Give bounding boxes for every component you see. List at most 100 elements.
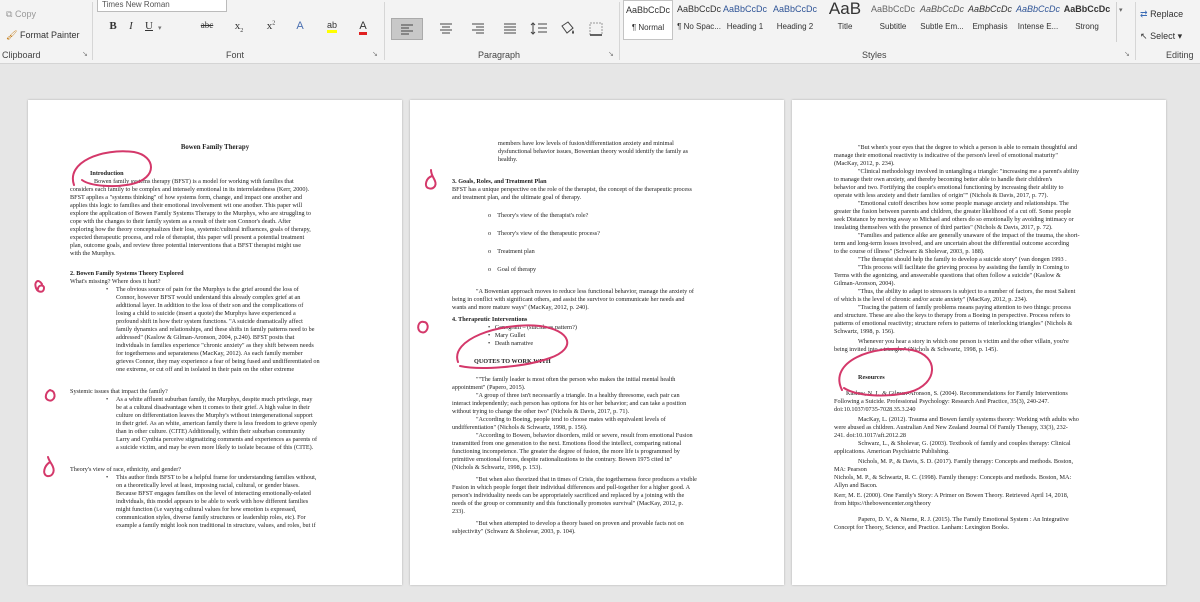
justify-icon	[504, 23, 516, 34]
dialog-launcher-icon[interactable]: ↘	[608, 50, 614, 58]
text-line: appointment" (Papero, 2015).	[452, 384, 526, 391]
list-item: o Theory's view of the therapeutic proce…	[488, 230, 600, 237]
align-right-icon	[472, 23, 484, 34]
text-line: expected therapeutic process, and role o…	[70, 234, 305, 241]
style-intense-emphasis[interactable]: AaBbCcDc Intense E...	[1013, 0, 1063, 40]
style-normal[interactable]: AaBbCcDc ¶ Normal	[623, 0, 673, 40]
text-line: "But when's your eyes that the degree to…	[858, 144, 1078, 151]
paragraph-group-label: Paragraph	[478, 50, 521, 60]
highlight-icon[interactable]: ab	[324, 20, 340, 38]
text-line: "According to Boeing, people tend to cho…	[476, 416, 666, 423]
document-page-3[interactable]: "But when's your eyes that the degree to…	[792, 100, 1166, 585]
ribbon-separator	[92, 2, 93, 60]
style-title[interactable]: AaB Title	[820, 0, 870, 40]
style-subtitle[interactable]: AaBbCcDc Subtitle	[868, 0, 918, 40]
align-center-button[interactable]	[436, 20, 456, 40]
text-line: for togetherness and separateness (MacKa…	[116, 350, 303, 357]
text-line: being in conflict with significant other…	[452, 296, 685, 303]
underline-button[interactable]: U	[142, 20, 156, 38]
ink-mark	[43, 456, 55, 478]
question-line: What's missing? Where does it hurt?	[70, 278, 161, 285]
text-line: MA: Pearson	[834, 466, 867, 473]
text-line: seek Distance by moving away so Michael …	[834, 216, 1074, 223]
superscript-button[interactable]: x2	[262, 20, 280, 38]
text-line: were abused as children. Australian And …	[834, 424, 1068, 431]
align-left-button[interactable]	[391, 18, 423, 40]
text-line: behavior and two. Fortifying the couple'…	[834, 184, 1064, 191]
text-line: example a family might look non traditio…	[116, 522, 316, 529]
list-item: o Goal of therapy	[488, 266, 537, 273]
shading-button[interactable]	[556, 20, 578, 40]
strikethrough-button[interactable]: abc	[196, 20, 218, 38]
text-line: and structure. These are also the keys t…	[834, 312, 1071, 319]
editing-group-label: Editing	[1166, 50, 1194, 60]
text-line: Whenever you hear a story in which one p…	[858, 338, 1069, 345]
bullet-icon: •	[106, 286, 109, 293]
text-line: individuals, this model appears to be ab…	[116, 498, 309, 505]
text-line: of which is the level of chronic and/or …	[834, 296, 1028, 303]
text-line: This author finds BFST to be a helpful f…	[116, 474, 317, 481]
font-color-icon[interactable]: A	[356, 20, 370, 38]
style-heading-1[interactable]: AaBbCcDc Heading 1	[720, 0, 770, 40]
text-line: "Tracing the pattern of family problems …	[858, 304, 1071, 311]
dialog-launcher-icon[interactable]: ↘	[372, 50, 378, 58]
chevron-down-icon[interactable]: ▾	[158, 24, 162, 32]
borders-button[interactable]	[586, 20, 606, 40]
text-line: Papero, D. V., & Nierne, R. J. (2015). T…	[858, 516, 1069, 523]
select-button[interactable]: ↖ Select ▾	[1140, 31, 1182, 42]
text-effects-icon[interactable]: A	[293, 20, 307, 38]
document-page-1[interactable]: Bowen Family Therapy Introduction Bowen …	[28, 100, 402, 585]
style-subtle-emphasis[interactable]: AaBbCcDc Subtle Em...	[917, 0, 967, 40]
chevron-down-icon: ▾	[1177, 31, 1183, 41]
styles-scroll[interactable]: ▾	[1116, 2, 1128, 42]
resources-heading: Resources	[858, 374, 885, 381]
line-spacing-button[interactable]	[528, 20, 550, 40]
list-item: o Theory's view of the therapist's role?	[488, 212, 589, 219]
text-line: functioning incompetence. The greater th…	[452, 448, 680, 455]
font-name-box[interactable]: Times New Roman	[97, 0, 227, 12]
text-line: "According to Bowen, behavior disorders,…	[476, 432, 693, 439]
text-line: Concept for Theory, Science, and Practic…	[834, 524, 1010, 531]
style-strong[interactable]: AaBbCcDc Strong	[1062, 0, 1112, 40]
list-item: • Mary Gullet	[488, 332, 526, 339]
text-line: might function (i.e varying cultural val…	[116, 506, 297, 513]
style-emphasis[interactable]: AaBbCcDc Emphasis	[965, 0, 1015, 40]
text-line: MacKay, L. (2012). Trauma and Bowen fami…	[858, 416, 1079, 423]
justify-button[interactable]	[500, 20, 520, 40]
list-item: • Death narrative	[488, 340, 534, 347]
text-line: (Nichols & Schwartz, 1998, p. 153).	[452, 464, 542, 471]
document-page-2[interactable]: members have low levels of fusion/differ…	[410, 100, 784, 585]
ink-mark	[34, 280, 46, 293]
quotes-heading: QUOTES TO WORK WITH	[474, 358, 551, 365]
align-center-icon	[440, 23, 452, 34]
text-line: doi:10.1037/0735-7028.35.3.240	[834, 406, 916, 413]
format-painter-button[interactable]: 🖌 Format Painter	[6, 30, 79, 41]
bullet-icon: •	[106, 474, 109, 481]
copy-button[interactable]: ⧉ Copy	[6, 9, 36, 20]
text-line: culture on differentiation leaves the Mu…	[116, 412, 313, 419]
replace-button[interactable]: ⇄ Replace	[1140, 9, 1183, 20]
text-line: Terms with the agonizing, and answerable…	[834, 272, 1061, 279]
text-line: individuals in families experience "chro…	[116, 342, 314, 349]
dialog-launcher-icon[interactable]: ↘	[1124, 50, 1130, 58]
style-no-spacing[interactable]: AaBbCcDc ¶ No Spac...	[674, 0, 724, 40]
text-line: one extreme, or cut off and in isolated …	[116, 366, 295, 373]
chevron-down-icon[interactable]: ▾	[1119, 6, 1123, 14]
dialog-launcher-icon[interactable]: ↘	[82, 50, 88, 58]
align-right-button[interactable]	[468, 20, 488, 40]
bold-button[interactable]: B	[106, 20, 120, 38]
subscript-button[interactable]: x2	[230, 20, 248, 38]
list-item: o Treatment plan	[488, 248, 535, 255]
text-line: exploring how the theory conceptualizes …	[70, 226, 311, 233]
text-line: (MacKay, 2012, p. 234).	[834, 160, 895, 167]
text-line: a suicide victim, and may be even more l…	[116, 444, 314, 451]
text-line: Kaslow, N. J., & Gilman-Aronson, S. (200…	[846, 390, 1068, 397]
style-heading-2[interactable]: AaBbCcDc Heading 2	[770, 0, 820, 40]
text-line: Fusion in which people forget their indi…	[452, 484, 691, 491]
text-line: than in other culture. (CITE) Additional…	[116, 428, 305, 435]
text-line: term and long-term losses involved, and …	[834, 240, 1070, 247]
question-line: Systemic issues that impact the family?	[70, 388, 168, 395]
italic-button[interactable]: I	[124, 20, 138, 38]
text-line: grieves Connor, they may experience a fe…	[116, 358, 320, 365]
cursor-icon: ↖	[1140, 31, 1148, 41]
